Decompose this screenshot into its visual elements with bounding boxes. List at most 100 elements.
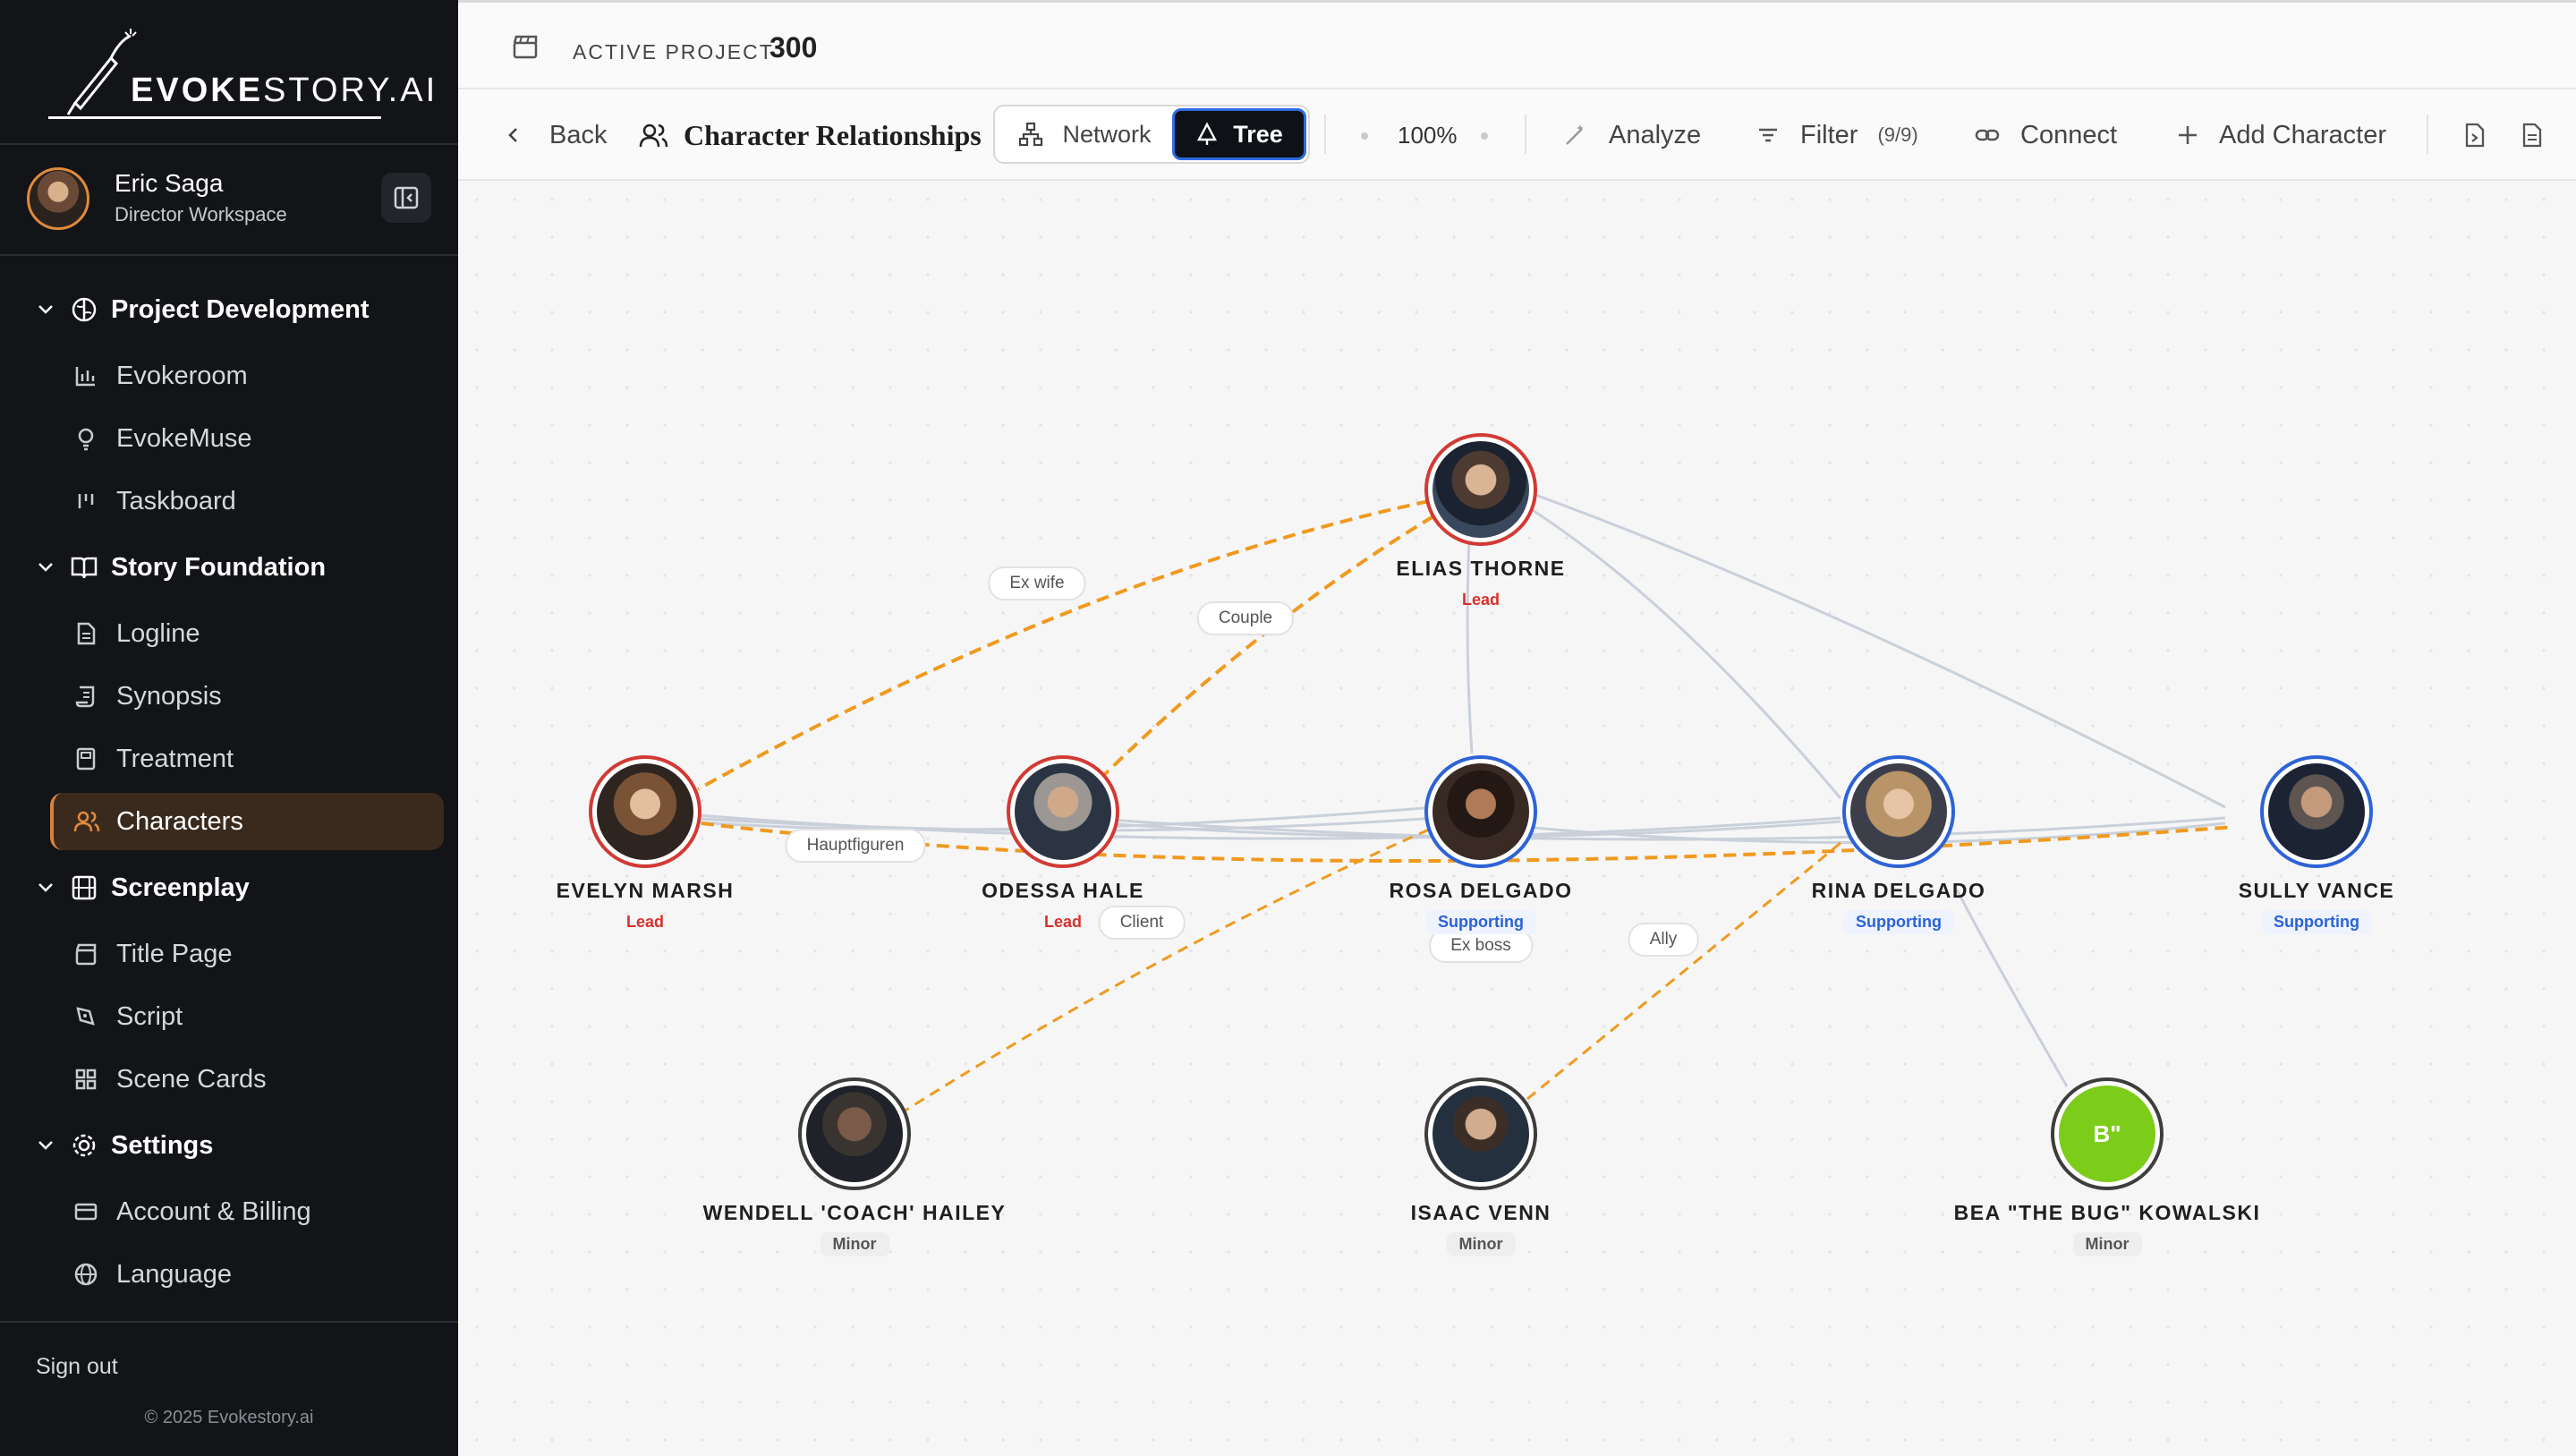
connect-button[interactable]: Connect [1974,111,2117,159]
sidebar-item-script[interactable]: Script [50,988,444,1045]
export-pdf-button[interactable] [2462,111,2502,159]
plus-icon [2176,123,2199,147]
role-badge: Supporting [1843,910,1954,934]
sidebar-item-characters[interactable]: Characters [50,793,444,850]
lightbulb-icon [73,426,100,451]
section-settings[interactable]: Settings [36,1128,213,1163]
brand-bold: EVOKE [131,72,264,109]
user-profile[interactable]: Eric Saga Director Workspace [27,164,431,235]
brand-logo[interactable]: EVOKESTORY.AI [48,27,435,125]
notebook-icon [73,746,100,771]
character-name: SULLY VANCE [2238,879,2395,902]
sidebar-item-account-billing[interactable]: Account & Billing [50,1183,444,1240]
avatar[interactable]: B" [2051,1077,2164,1190]
character-node-evelyn-marsh[interactable]: EVELYN MARSH Lead [484,755,806,934]
sidebar-item-label: EvokeMuse [116,423,252,453]
users-icon [73,809,100,834]
document-icon [73,621,100,646]
section-label: Screenplay [111,873,250,902]
avatar[interactable] [1424,755,1537,868]
quill-icon [66,29,137,115]
role-badge: Minor [2072,1232,2142,1256]
avatar[interactable] [2260,755,2373,868]
role-badge: Lead [1461,591,1500,609]
section-project-development[interactable]: Project Development [36,292,369,328]
connect-label: Connect [2020,120,2118,149]
sidebar-toggle-icon [394,186,419,209]
section-screenplay[interactable]: Screenplay [36,870,250,906]
users-icon [639,122,669,149]
tab-network-label: Network [1062,120,1152,148]
zoom-out-button[interactable] [1361,132,1368,140]
role-badge: Minor [820,1232,889,1256]
character-name: WENDELL 'COACH' HAILEY [702,1201,1007,1224]
filter-icon [1756,123,1781,148]
character-name: ODESSA HALE [982,879,1144,902]
role-badge: Lead [1043,913,1082,931]
zoom-in-button[interactable] [1481,132,1488,140]
sidebar-item-title-page[interactable]: Title Page [50,925,444,983]
sidebar-item-synopsis[interactable]: Synopsis [50,668,444,725]
sidebar-item-logline[interactable]: Logline [50,605,444,662]
character-node-bea-kowalski[interactable]: B" BEA "THE BUG" KOWALSKI Minor [1946,1077,2268,1256]
clapperboard-icon [73,941,100,966]
filter-label: Filter [1800,120,1858,149]
analyze-button[interactable]: Analyze [1562,111,1701,159]
active-project-label: ACTIVE PROJECT [573,40,774,64]
character-node-isaac-venn[interactable]: ISAAC VENN Minor [1320,1077,1642,1256]
avatar[interactable] [1424,433,1537,546]
sidebar-item-label: Evokeroom [116,361,248,390]
character-node-wendell-hailey[interactable]: WENDELL 'COACH' HAILEY Minor [693,1077,1016,1256]
brand-rest: STORY.AI [263,72,438,109]
collapse-sidebar-button[interactable] [381,173,431,223]
sidebar-item-taskboard[interactable]: Taskboard [50,473,444,530]
gear-icon [70,1131,100,1160]
add-character-button[interactable]: Add Character [2176,111,2386,159]
avatar[interactable] [1842,755,1955,868]
brand-underline [48,116,381,119]
sidebar-item-scene-cards[interactable]: Scene Cards [50,1051,444,1108]
divider [0,143,458,145]
avatar[interactable] [798,1077,911,1190]
export-doc-button[interactable] [2520,111,2559,159]
page-title-text: Character Relationships [684,118,982,151]
relationship-canvas[interactable]: Ex wife Couple Hauptfiguren Client Ex bo… [458,181,2576,1456]
page-title: Character Relationships [639,111,982,159]
sidebar-item-treatment[interactable]: Treatment [50,730,444,788]
divider [1525,115,1526,154]
sign-out-link[interactable]: Sign out [36,1354,118,1380]
sidebar-item-language[interactable]: Language [50,1246,444,1303]
section-story-foundation[interactable]: Story Foundation [36,549,326,585]
avatar[interactable] [1007,755,1119,868]
kanban-icon [73,489,100,514]
character-node-sully-vance[interactable]: SULLY VANCE Supporting [2155,755,2478,934]
tab-tree[interactable]: Tree [1172,108,1306,160]
scroll-icon [73,684,100,709]
avatar[interactable] [1424,1077,1537,1190]
avatar[interactable] [589,755,701,868]
user-role: Director Workspace [115,203,287,226]
tree-icon [1197,122,1218,145]
tab-network[interactable]: Network [997,108,1172,160]
sidebar-item-evokeroom[interactable]: Evokeroom [50,347,444,404]
edge-label-ex-wife[interactable]: Ex wife [988,566,1086,600]
sidebar-item-evokemuse[interactable]: EvokeMuse [50,410,444,467]
credit-card-icon [73,1199,100,1224]
user-name: Eric Saga [115,169,224,197]
filter-count: (9/9) [1877,123,1918,146]
sidebar-item-label: Title Page [116,939,233,968]
filter-button[interactable]: Filter (9/9) [1756,111,1918,159]
character-node-odessa-hale[interactable]: ODESSA HALE Lead [902,755,1224,934]
back-button[interactable]: Back [503,111,607,159]
character-node-rina-delgado[interactable]: RINA DELGADO Supporting [1738,755,2060,934]
zoom-level: 100% [1398,122,1458,149]
view-toggle: Network Tree [993,105,1310,164]
network-icon [1019,122,1043,147]
character-node-rosa-delgado[interactable]: ROSA DELGADO Supporting [1320,755,1642,934]
analyze-label: Analyze [1609,120,1702,149]
character-name: RINA DELGADO [1811,879,1986,902]
sidebar-item-label: Characters [116,806,243,836]
avatar[interactable] [27,167,89,230]
edge-label-couple[interactable]: Couple [1196,601,1295,635]
character-node-elias-thorne[interactable]: ELIAS THORNE Lead [1320,433,1642,612]
